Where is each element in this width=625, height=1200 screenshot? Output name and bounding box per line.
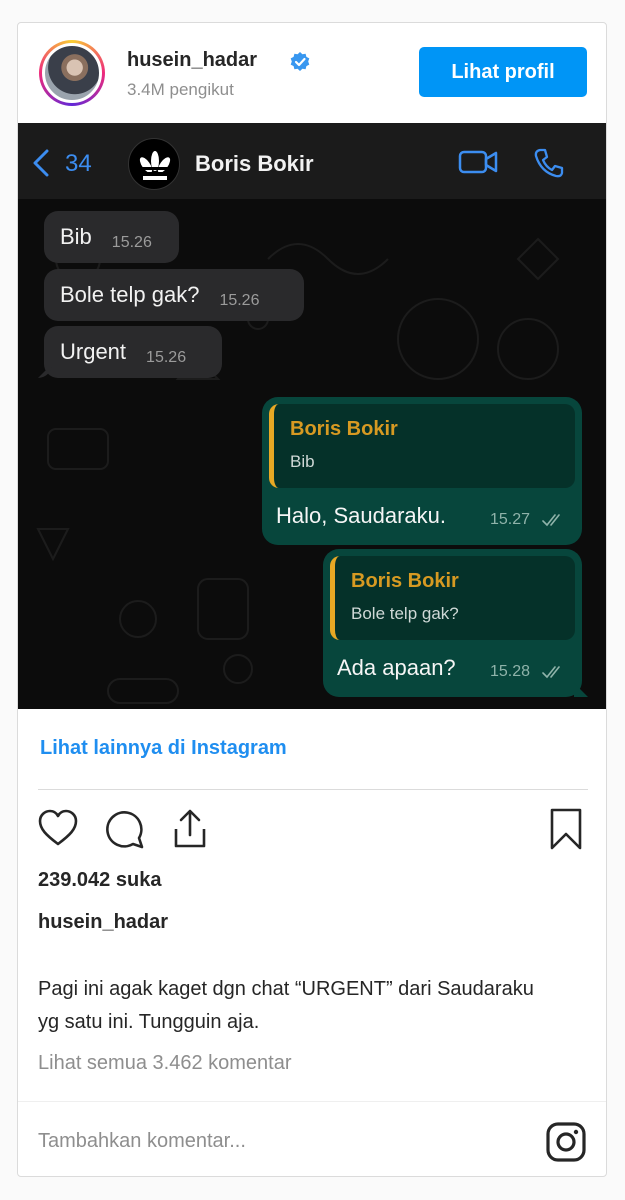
- back-chevron-icon[interactable]: [32, 149, 50, 177]
- message-text: Bole telp gak?: [60, 282, 200, 307]
- message-time: 15.26: [219, 292, 260, 309]
- quoted-text: Bole telp gak?: [351, 604, 459, 623]
- phone-call-icon[interactable]: [533, 147, 565, 179]
- contact-name[interactable]: Boris Bokir: [195, 151, 314, 177]
- bookmark-icon[interactable]: [544, 807, 588, 851]
- quoted-sender: Boris Bokir: [290, 418, 398, 440]
- view-profile-button[interactable]: Lihat profil: [419, 47, 587, 97]
- instagram-embed-card: husein_hadar 3.4M pengikut Lihat profil: [17, 22, 607, 1177]
- view-all-comments-link[interactable]: Lihat semua 3.462 komentar: [38, 1052, 292, 1075]
- incoming-message[interactable]: Bib 15.26: [44, 211, 179, 263]
- share-icon[interactable]: [168, 807, 212, 851]
- username[interactable]: husein_hadar: [127, 49, 257, 72]
- incoming-message[interactable]: Urgent 15.26: [38, 326, 222, 378]
- post-image-chat-screenshot[interactable]: 34 Boris Bokir Bib 15.26 Bole telp gak? …: [18, 123, 606, 709]
- message-text: Ada apaan?: [337, 655, 456, 680]
- trefoil-logo-icon: [139, 151, 171, 180]
- view-more-on-instagram-link[interactable]: Lihat lainnya di Instagram: [40, 737, 287, 760]
- quoted-reply[interactable]: Boris Bokir Bole telp gak?: [330, 556, 575, 640]
- message-time: 15.27: [490, 511, 531, 528]
- chat-top-bar: 34 Boris Bokir: [18, 123, 606, 199]
- message-time: 15.26: [111, 234, 152, 251]
- contact-avatar[interactable]: [128, 138, 180, 190]
- post-caption: Pagi ini agak kaget dgn chat “URGENT” da…: [38, 978, 534, 1033]
- divider: [18, 1101, 606, 1102]
- divider: [38, 789, 588, 790]
- verified-badge-icon: [290, 52, 310, 71]
- message-text: Bib: [60, 224, 92, 249]
- message-time: 15.26: [146, 349, 187, 366]
- avatar-image: [42, 43, 102, 103]
- double-check-icon: [542, 666, 560, 679]
- incoming-message[interactable]: Bole telp gak? 15.26: [44, 269, 304, 321]
- heart-icon[interactable]: [36, 807, 80, 851]
- caption-username[interactable]: husein_hadar: [38, 911, 168, 934]
- message-time: 15.28: [490, 663, 531, 680]
- comment-icon[interactable]: [102, 807, 146, 851]
- post-header: husein_hadar 3.4M pengikut Lihat profil: [18, 23, 606, 123]
- outgoing-message[interactable]: Boris Bokir Bib Halo, Saudaraku. 15.27: [262, 397, 582, 545]
- add-comment-input[interactable]: [38, 1126, 518, 1156]
- double-check-icon: [542, 514, 560, 527]
- message-text: Halo, Saudaraku.: [276, 503, 446, 528]
- profile-avatar[interactable]: [39, 40, 105, 106]
- like-count[interactable]: 239.042 suka: [38, 869, 161, 892]
- quoted-sender: Boris Bokir: [351, 570, 459, 592]
- follower-count: 3.4M pengikut: [127, 80, 234, 99]
- instagram-logo-icon[interactable]: [545, 1121, 587, 1163]
- video-call-icon[interactable]: [458, 149, 498, 175]
- unread-count[interactable]: 34: [65, 150, 92, 178]
- quoted-text: Bib: [290, 452, 315, 471]
- message-text: Urgent: [60, 339, 127, 364]
- quoted-reply[interactable]: Boris Bokir Bib: [269, 404, 575, 488]
- outgoing-message[interactable]: Boris Bokir Bole telp gak? Ada apaan? 15…: [323, 549, 588, 697]
